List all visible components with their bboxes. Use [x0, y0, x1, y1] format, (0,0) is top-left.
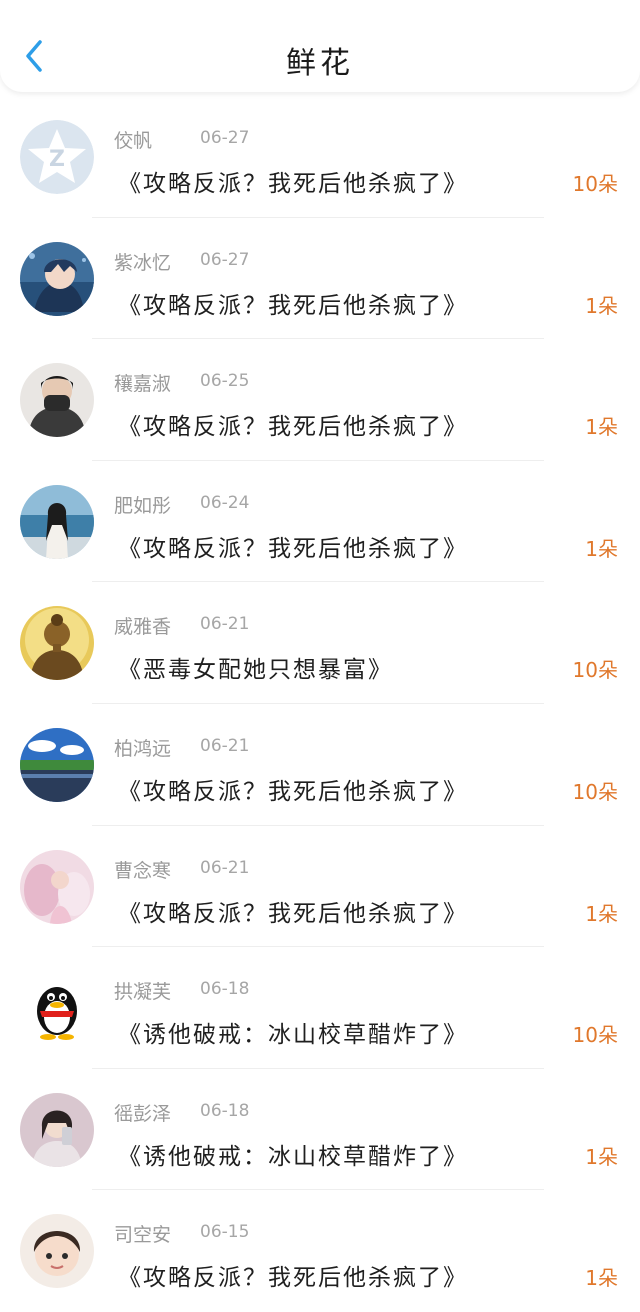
pink-fairy-avatar-icon — [20, 849, 94, 924]
user-name: 穰嘉淑 — [114, 373, 172, 396]
masked-person-avatar-icon — [20, 363, 94, 438]
user-name: 威雅香 — [114, 616, 172, 639]
user-name: 司空安 — [114, 1224, 172, 1247]
book-title[interactable]: 《攻略反派？我死后他杀疯了》 — [118, 772, 468, 806]
avatar[interactable]: Z — [20, 120, 94, 194]
girl-seaside-avatar-icon — [20, 484, 94, 559]
gift-date: 06-15 — [200, 1222, 250, 1243]
girl-selfie-avatar-icon — [20, 1092, 94, 1167]
flower-count: 1朵 — [585, 901, 618, 926]
avatar[interactable] — [20, 727, 94, 802]
qzone-star-icon: Z — [20, 120, 94, 194]
anime-boy-avatar-icon — [20, 241, 94, 316]
gift-date: 06-21 — [200, 614, 250, 635]
list-item[interactable]: 曹念寒 06-21 《攻略反派？我死后他杀疯了》 1朵 — [0, 826, 640, 948]
book-title[interactable]: 《攻略反派？我死后他杀疯了》 — [118, 1258, 468, 1292]
avatar[interactable] — [20, 241, 94, 316]
buddha-avatar-icon — [20, 606, 94, 681]
avatar[interactable] — [20, 1092, 94, 1167]
list-item[interactable]: 拱凝芙 06-18 《诱他破戒：冰山校草醋炸了》 10朵 — [0, 947, 640, 1069]
list-item[interactable]: 柏鸿远 06-21 《攻略反派？我死后他杀疯了》 10朵 — [0, 704, 640, 826]
avatar[interactable] — [20, 1214, 94, 1289]
list-item[interactable]: 司空安 06-15 《攻略反派？我死后他杀疯了》 1朵 — [0, 1190, 640, 1312]
flower-count: 1朵 — [585, 293, 618, 318]
avatar[interactable] — [20, 363, 94, 438]
gift-date: 06-27 — [200, 128, 250, 148]
book-title[interactable]: 《攻略反派？我死后他杀疯了》 — [118, 894, 468, 928]
gift-date: 06-21 — [200, 735, 250, 756]
flower-count: 10朵 — [572, 779, 618, 804]
user-name: 徭彭泽 — [114, 1102, 172, 1125]
qq-penguin-icon — [20, 971, 94, 1046]
gift-date: 06-18 — [200, 979, 250, 1000]
flower-count: 10朵 — [572, 658, 618, 683]
top-bar: 鲜花 — [0, 0, 640, 92]
avatar[interactable] — [20, 606, 94, 681]
flower-count: 10朵 — [572, 172, 618, 196]
list-item[interactable]: 紫冰忆 06-27 《攻略反派？我死后他杀疯了》 1朵 — [0, 218, 640, 340]
book-title[interactable]: 《攻略反派？我死后他杀疯了》 — [118, 529, 468, 563]
avatar[interactable] — [20, 971, 94, 1046]
gift-date: 06-21 — [200, 857, 250, 878]
flower-list: Z 佼帆 06-27 《攻略反派？我死后他杀疯了》 10朵 紫冰忆 06-27 … — [0, 96, 640, 1312]
list-item[interactable]: 穰嘉淑 06-25 《攻略反派？我死后他杀疯了》 1朵 — [0, 339, 640, 461]
book-title[interactable]: 《攻略反派？我死后他杀疯了》 — [118, 286, 468, 320]
gift-date: 06-25 — [200, 371, 250, 392]
user-name: 紫冰忆 — [114, 251, 172, 274]
list-item[interactable]: 威雅香 06-21 《恶毒女配她只想暴富》 10朵 — [0, 582, 640, 704]
list-item[interactable]: Z 佼帆 06-27 《攻略反派？我死后他杀疯了》 10朵 — [0, 96, 640, 218]
list-item[interactable]: 肥如彤 06-24 《攻略反派？我死后他杀疯了》 1朵 — [0, 461, 640, 583]
book-title[interactable]: 《攻略反派？我死后他杀疯了》 — [118, 407, 468, 441]
user-name: 拱凝芙 — [114, 981, 172, 1004]
book-title[interactable]: 《恶毒女配她只想暴富》 — [118, 650, 393, 684]
book-title[interactable]: 《诱他破戒：冰山校草醋炸了》 — [118, 1137, 468, 1171]
user-name: 佼帆 — [114, 130, 153, 152]
flower-count: 1朵 — [585, 536, 618, 561]
child-avatar-icon — [20, 1214, 94, 1289]
avatar[interactable] — [20, 484, 94, 559]
page-title: 鲜花 — [286, 46, 354, 81]
gift-date: 06-27 — [200, 249, 250, 270]
list-item[interactable]: 徭彭泽 06-18 《诱他破戒：冰山校草醋炸了》 1朵 — [0, 1069, 640, 1191]
gift-date: 06-24 — [200, 492, 250, 513]
lake-landscape-avatar-icon — [20, 727, 94, 802]
avatar[interactable] — [20, 849, 94, 924]
user-name: 曹念寒 — [114, 859, 172, 882]
flower-count: 1朵 — [585, 1266, 618, 1291]
book-title[interactable]: 《攻略反派？我死后他杀疯了》 — [118, 164, 468, 198]
user-name: 肥如彤 — [114, 494, 172, 517]
user-name: 柏鸿远 — [114, 737, 172, 760]
book-title[interactable]: 《诱他破戒：冰山校草醋炸了》 — [118, 1015, 468, 1049]
flower-count: 1朵 — [585, 415, 618, 440]
svg-text:Z: Z — [49, 147, 65, 172]
flower-count: 1朵 — [585, 1144, 618, 1169]
flower-count: 10朵 — [572, 1023, 618, 1048]
gift-date: 06-18 — [200, 1100, 250, 1121]
